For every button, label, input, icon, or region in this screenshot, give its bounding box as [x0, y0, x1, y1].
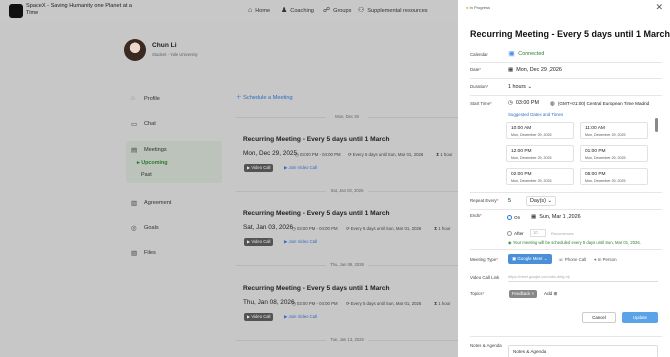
remove-icon[interactable]: ×: [532, 291, 534, 296]
time-slot[interactable]: 05:00 PM Mon, December 29, 2025: [580, 168, 648, 185]
ends-after-radio[interactable]: After: [507, 231, 524, 237]
ends-on-date-picker[interactable]: ▦ Sun, Mar 1 ,2026: [531, 214, 581, 220]
chevron-down-icon: ⌄: [543, 256, 548, 261]
panel-title: Recurring Meeting - Every 5 days until 1…: [470, 29, 670, 39]
notes-agenda-editor[interactable]: Notes & Agenda: [508, 345, 658, 357]
divider: [470, 336, 662, 337]
start-time-picker[interactable]: ◷ 03:00 PM: [508, 100, 539, 106]
video-link-label: Video Call Link: [470, 275, 500, 280]
check-circle-icon: ◉: [508, 240, 512, 245]
start-time-label: Start Time*: [470, 101, 492, 106]
duration-select[interactable]: 1 hours ⌄: [508, 84, 532, 90]
duration-label: Duration*: [470, 84, 489, 89]
divider: [470, 95, 662, 96]
update-button[interactable]: Update: [622, 312, 658, 323]
radio-off-icon: [507, 231, 512, 237]
meeting-type-label: Meeting Type*: [470, 257, 498, 262]
repeat-count-input[interactable]: 5: [508, 198, 511, 204]
ends-on-radio[interactable]: On: [507, 215, 520, 221]
globe-icon: ◍: [550, 101, 555, 107]
modal-backdrop[interactable]: [0, 0, 458, 357]
timezone-select[interactable]: ◍ (GMT+01:00) Central European Time Madri…: [550, 101, 649, 107]
calendar-icon: ▦: [508, 67, 514, 73]
calendar-icon: ▦: [531, 214, 537, 220]
clock-icon: ◷: [508, 100, 513, 106]
time-slot[interactable]: 02:00 PM Mon, December 29, 2025: [506, 168, 574, 185]
google-meet-button[interactable]: ▣ Google Meet ⌄: [508, 254, 552, 264]
video-icon: ▣: [512, 256, 517, 261]
notes-label: Notes & Agenda: [470, 343, 502, 348]
google-calendar-icon: ▦: [508, 51, 516, 57]
slots-scrollbar[interactable]: [655, 118, 658, 132]
schedule-confirmation: ◉ Your meeting will be scheduled every 5…: [508, 240, 641, 245]
divider: [470, 192, 662, 193]
calendar-connected[interactable]: ▦ Connected: [508, 51, 544, 57]
phone-call-option[interactable]: ☏ Phone Call: [558, 257, 586, 263]
video-link-input[interactable]: https://meet.google.com/abc-defg-hij: [508, 273, 658, 282]
suggested-times-label: Suggested Dates and Times: [508, 112, 564, 117]
divider: [470, 62, 662, 63]
close-icon[interactable]: ✕: [655, 2, 663, 13]
ends-after-input[interactable]: 10: [530, 229, 546, 237]
ends-label: Ends*: [470, 213, 482, 218]
time-slot[interactable]: 10:00 AM Mon, December 29, 2025: [506, 122, 574, 139]
status-badge: ● In Progress: [466, 5, 490, 10]
repeat-unit-select[interactable]: Day(s) ⌄: [526, 196, 556, 206]
cancel-button[interactable]: Cancel: [582, 312, 616, 323]
status-dot-icon: ●: [466, 5, 469, 10]
calendar-label: Calendar: [470, 52, 488, 57]
add-topic-button[interactable]: Add ⊞: [544, 291, 557, 297]
repeat-label: Repeat Every*: [470, 198, 499, 203]
date-label: Date*: [470, 67, 481, 72]
topics-label: Topics*: [470, 291, 485, 296]
location-pin-icon: ⌖: [594, 257, 597, 262]
time-slot[interactable]: 01:00 PM Mon, December 29, 2025: [580, 145, 648, 162]
chevron-down-icon: ⌄: [547, 198, 552, 204]
plus-square-icon: ⊞: [553, 291, 558, 296]
divider: [470, 209, 662, 210]
date-picker[interactable]: ▦ Mon, Dec 29 ,2026: [508, 67, 562, 73]
recurrences-label: Recurrences: [551, 231, 574, 236]
in-person-option[interactable]: ⌖ In Person: [594, 257, 617, 262]
chevron-down-icon: ⌄: [527, 84, 533, 90]
divider: [470, 249, 662, 250]
topic-chip-feedback[interactable]: Feedback ×: [509, 290, 538, 298]
time-slot[interactable]: 11:00 AM Mon, December 29, 2025: [580, 122, 648, 139]
divider: [470, 78, 662, 79]
edit-meeting-panel: ● In Progress ✕ Recurring Meeting - Ever…: [458, 0, 670, 357]
radio-on-icon: [507, 215, 512, 221]
time-slot[interactable]: 12:00 PM Mon, December 29, 2025: [506, 145, 574, 162]
phone-icon: ☏: [558, 257, 564, 262]
